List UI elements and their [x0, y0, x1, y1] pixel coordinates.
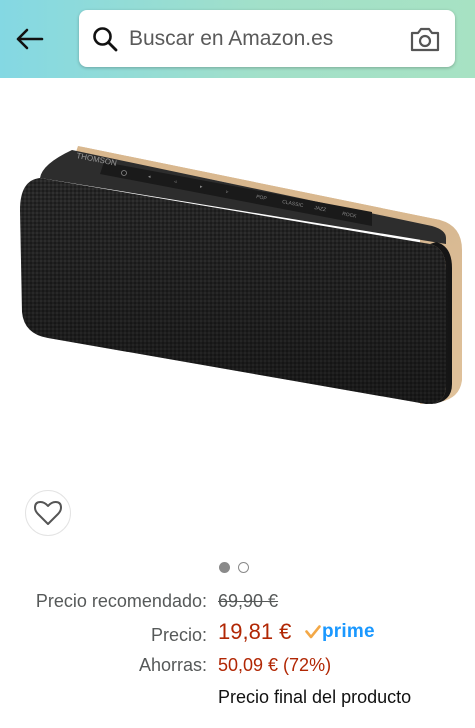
price-value: 19,81 € [218, 619, 292, 644]
carousel-dot-2[interactable] [238, 562, 249, 573]
price-row: Precio: 19,81 € [0, 618, 475, 648]
carousel-pagination [219, 562, 249, 574]
savings-label: Ahorras: [138, 655, 207, 675]
back-button[interactable] [10, 22, 48, 56]
search-box[interactable] [79, 10, 455, 67]
product-image-speaker: THOMSON ◂ ◃ ▸ ▹ POP CLASSIC JAZZ ROCK [20, 146, 462, 404]
search-icon [93, 27, 118, 52]
top-search-header [0, 0, 475, 78]
product-image-carousel[interactable]: THOMSON ◂ ◃ ▸ ▹ POP CLASSIC JAZZ ROCK [0, 80, 475, 550]
list-price-value: 69,90 € [218, 591, 279, 611]
camera-icon[interactable] [409, 25, 441, 53]
final-price-note: Precio final del producto [218, 687, 412, 707]
carousel-dot-1[interactable] [219, 562, 230, 573]
back-arrow-icon [16, 28, 44, 50]
prime-badge: prime [305, 620, 375, 644]
price-label: Precio: [150, 625, 207, 645]
savings-value: 50,09 € (72%) [218, 655, 332, 675]
list-price-label: Precio recomendado: [35, 591, 207, 611]
search-input[interactable] [129, 10, 399, 67]
wishlist-button[interactable] [25, 490, 71, 536]
heart-icon [34, 501, 62, 525]
prime-check-icon [305, 625, 321, 639]
product-page: THOMSON ◂ ◃ ▸ ▹ POP CLASSIC JAZZ ROCK [0, 0, 475, 728]
list-price-row: Precio recomendado: 69,90 € [0, 588, 475, 618]
savings-row: Ahorras: 50,09 € (72%) [0, 654, 475, 684]
prime-label: prime [322, 621, 375, 642]
